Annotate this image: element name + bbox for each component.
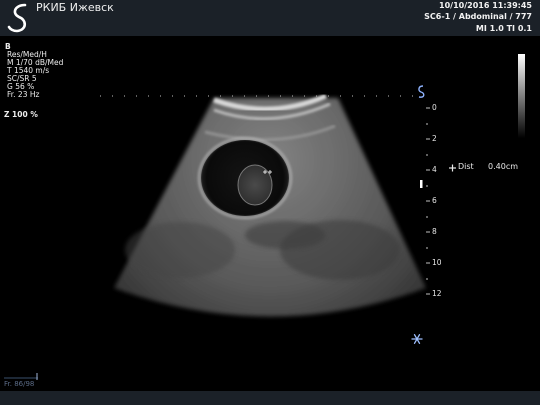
focus-marker-icon[interactable] — [420, 180, 423, 188]
depth-label: 0 — [432, 103, 437, 112]
zoom-param: Z 100 % — [4, 110, 38, 119]
ultrasound-viewport[interactable] — [0, 0, 540, 405]
depth-label: 10 — [432, 258, 442, 267]
measurement-label: Dist — [458, 162, 474, 171]
measurement-value: 0.40cm — [488, 162, 519, 171]
depth-label: 4 — [432, 165, 437, 174]
grayscale-bar-icon — [518, 54, 525, 138]
cine-slider[interactable] — [4, 373, 38, 380]
probe-orientation-icon — [418, 85, 425, 98]
depth-label: 2 — [432, 134, 437, 143]
footer-bar — [0, 391, 540, 405]
snowflake-freeze-icon[interactable] — [411, 334, 423, 344]
caliper-cross-icon — [449, 164, 456, 172]
depth-label: 12 — [432, 289, 442, 298]
frame-rate-param: Fr. 23 Hz — [7, 90, 40, 99]
frame-counter: Fr. 86/98 — [4, 380, 35, 388]
depth-ticks — [426, 107, 430, 295]
depth-label: 6 — [432, 196, 437, 205]
acquisition-params: B Res/Med/H M 1/70 dB/Med T 1540 m/s SC/… — [5, 43, 63, 99]
depth-label: 8 — [432, 227, 437, 236]
